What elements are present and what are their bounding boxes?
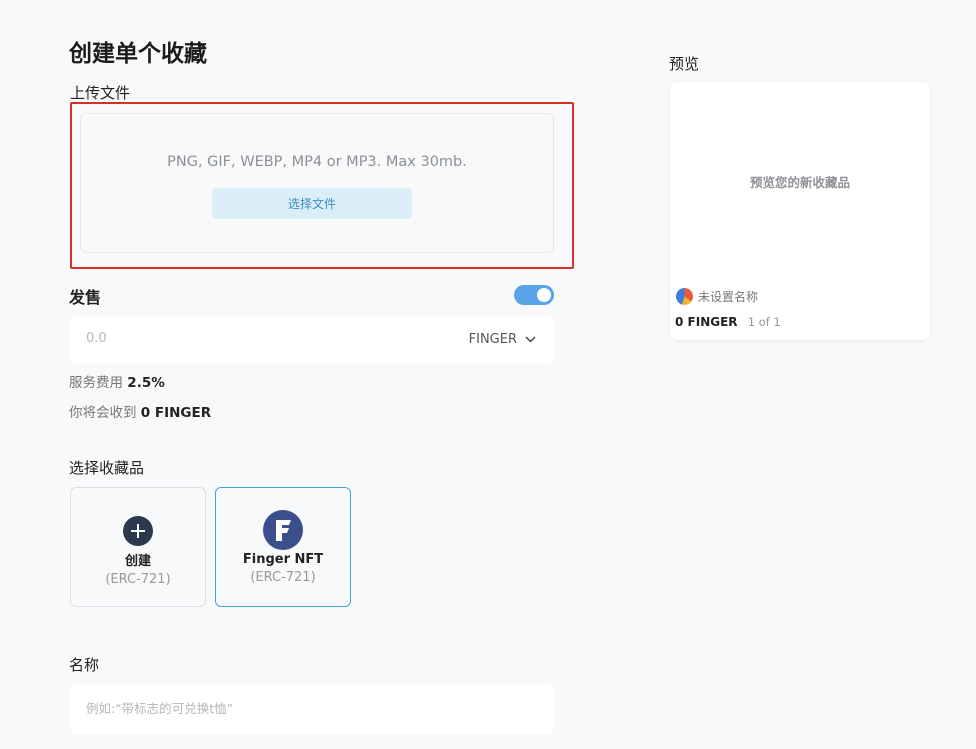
page-title: 创建单个收藏 [69,41,207,67]
name-label: 名称 [69,656,100,674]
preview-price-value: 0 FINGER [675,315,738,329]
upload-hint: PNG, GIF, WEBP, MP4 or MP3. Max 30mb. [167,154,467,170]
collection-standard: (ERC-721) [105,572,171,587]
plus-icon [123,516,153,546]
preview-hint: 预览您的新收藏品 [749,175,850,190]
service-fee-label: 服务费用 [69,375,123,391]
avatar [676,288,693,305]
price-field: FINGER [70,316,554,364]
name-field [70,684,554,734]
receive-value: 0 FINGER [140,405,212,421]
preview-edition: 1 of 1 [747,315,781,329]
name-input[interactable] [84,700,528,717]
collection-card-create[interactable]: 创建 (ERC-721) [70,487,206,607]
price-input[interactable] [84,330,388,347]
upload-label: 上传文件 [70,84,131,102]
service-fee-row: 服务费用 2.5% [69,371,165,391]
owner-name: 未设置名称 [698,290,759,304]
service-fee-value: 2.5% [127,375,165,391]
collection-standard: (ERC-721) [250,570,316,585]
receive-label: 你将会收到 [69,405,137,421]
currency-select[interactable]: FINGER [469,332,536,347]
collections-label: 选择收藏品 [69,459,145,477]
collection-name: Finger NFT [242,552,324,567]
choose-file-button[interactable]: 选择文件 [212,188,412,219]
currency-label: FINGER [468,332,517,347]
receive-row: 你将会收到 0 FINGER [69,401,211,421]
collection-card-finger-nft[interactable]: Finger NFT (ERC-721) [215,487,351,607]
toggle-knob [537,288,551,302]
chevron-down-icon [525,336,536,343]
finger-logo-icon [263,510,303,550]
sale-label: 发售 [69,288,102,307]
collection-name: 创建 [124,554,151,569]
sale-toggle[interactable] [514,285,554,305]
preview-label: 预览 [669,55,700,73]
preview-price: 0 FINGER 1 of 1 [675,315,781,329]
preview-owner: 未设置名称 [676,288,758,305]
preview-card: 预览您的新收藏品 未设置名称 0 FINGER 1 of 1 [670,82,930,340]
upload-dropzone[interactable]: PNG, GIF, WEBP, MP4 or MP3. Max 30mb. 选择… [80,113,554,253]
